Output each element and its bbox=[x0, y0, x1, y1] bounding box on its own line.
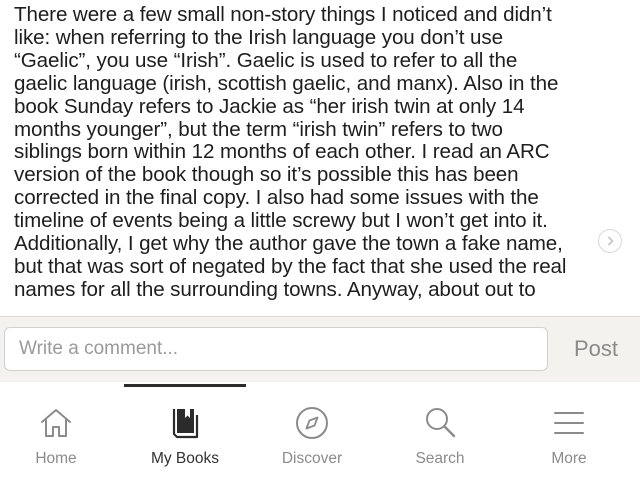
chevron-right-icon[interactable] bbox=[598, 229, 622, 253]
tab-my-books[interactable]: My Books bbox=[130, 394, 240, 474]
review-line: names for all the surrounding towns. Any… bbox=[14, 277, 536, 301]
active-tab-indicator bbox=[124, 384, 246, 387]
review-line: corrected in the final copy. I also had … bbox=[14, 186, 539, 210]
compass-icon bbox=[293, 404, 331, 442]
tab-home[interactable]: Home bbox=[1, 394, 111, 474]
review-line: like: when referring to the Irish langua… bbox=[14, 25, 503, 49]
review-line: siblings born within 12 months of each o… bbox=[14, 140, 550, 164]
tab-discover[interactable]: Discover bbox=[257, 394, 367, 474]
review-line: but that was sort of negated by the fact… bbox=[14, 254, 567, 278]
review-line: timeline of events being a little screwy… bbox=[14, 209, 548, 233]
tab-more-label: More bbox=[551, 450, 587, 467]
comment-composer: Post bbox=[0, 316, 640, 382]
tab-discover-label: Discover bbox=[281, 450, 343, 467]
tab-search-label: Search bbox=[415, 450, 465, 467]
review-line: gaelic language (irish, scottish gaelic,… bbox=[14, 71, 559, 95]
post-button[interactable]: Post bbox=[560, 331, 632, 367]
comment-input[interactable] bbox=[4, 327, 548, 371]
menu-icon bbox=[550, 404, 588, 442]
review-line: version of the book though so it’s possi… bbox=[14, 163, 519, 187]
tab-search[interactable]: Search bbox=[385, 394, 495, 474]
review-line: Additionally, I get why the author gave … bbox=[14, 232, 563, 256]
home-icon bbox=[37, 404, 75, 442]
review-line: book Sunday refers to Jackie as “her iri… bbox=[14, 94, 525, 118]
search-icon bbox=[421, 404, 459, 442]
tab-my-books-label: My Books bbox=[150, 450, 220, 467]
book-icon bbox=[166, 404, 204, 442]
review-line: months younger”, but the term “irish twi… bbox=[14, 117, 503, 141]
review-line: “Gaelic”, you use “Irish”. Gaelic is use… bbox=[14, 48, 518, 72]
review-line: There were a few small non-story things … bbox=[14, 4, 552, 26]
tab-more[interactable]: More bbox=[514, 394, 624, 474]
tab-home-label: Home bbox=[35, 450, 77, 467]
bottom-tab-bar: Home My Books Discover Search More bbox=[0, 382, 640, 486]
review-body: There were a few small non-story things … bbox=[14, 4, 626, 314]
